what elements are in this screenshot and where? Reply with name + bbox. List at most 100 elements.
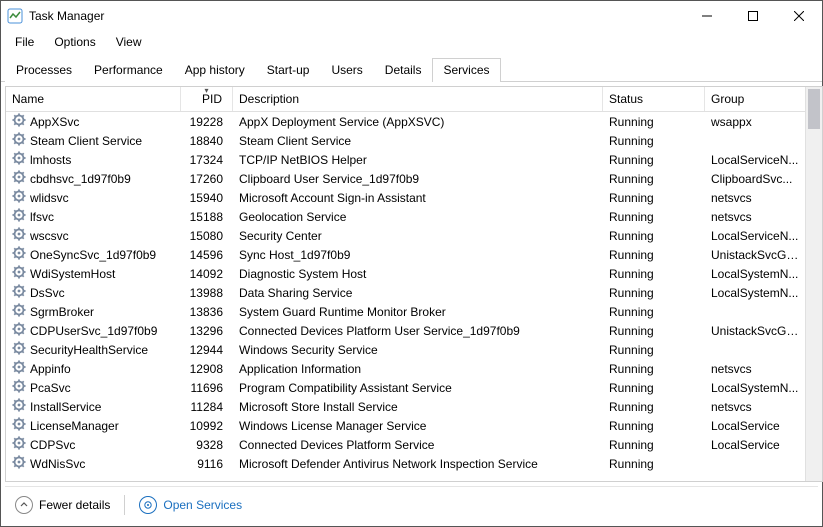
- services-listview: Name ▾ PID Description Status Group AppX…: [5, 86, 823, 482]
- service-row[interactable]: lmhosts17324TCP/IP NetBIOS HelperRunning…: [6, 150, 805, 169]
- tab-performance[interactable]: Performance: [83, 58, 174, 82]
- tab-users[interactable]: Users: [320, 58, 373, 82]
- service-row[interactable]: cbdhsvc_1d97f0b917260Clipboard User Serv…: [6, 169, 805, 188]
- cell-status: Running: [603, 381, 705, 395]
- service-row[interactable]: wscsvc15080Security CenterRunningLocalSe…: [6, 226, 805, 245]
- service-name: Steam Client Service: [30, 134, 142, 148]
- cell-status: Running: [603, 248, 705, 262]
- cell-group: LocalServiceN...: [705, 153, 805, 167]
- title-bar: Task Manager: [1, 1, 822, 31]
- cell-status: Running: [603, 305, 705, 319]
- gear-icon: [12, 436, 26, 453]
- gear-icon: [12, 284, 26, 301]
- cell-status: Running: [603, 457, 705, 471]
- fewer-details-label: Fewer details: [39, 498, 110, 512]
- cell-name: lfsvc: [6, 208, 181, 225]
- column-status[interactable]: Status: [603, 87, 705, 111]
- service-row[interactable]: lfsvc15188Geolocation ServiceRunningnets…: [6, 207, 805, 226]
- gear-icon: [12, 398, 26, 415]
- vertical-scrollbar[interactable]: [805, 87, 822, 481]
- cell-description: AppX Deployment Service (AppXSVC): [233, 115, 603, 129]
- cell-name: AppXSvc: [6, 113, 181, 130]
- service-row[interactable]: wlidsvc15940Microsoft Account Sign-in As…: [6, 188, 805, 207]
- cell-status: Running: [603, 153, 705, 167]
- close-button[interactable]: [776, 1, 822, 31]
- open-services-button[interactable]: Open Services: [139, 496, 242, 514]
- menu-view[interactable]: View: [108, 33, 150, 51]
- cell-description: Diagnostic System Host: [233, 267, 603, 281]
- service-name: wscsvc: [30, 229, 69, 243]
- cell-pid: 12944: [181, 343, 233, 357]
- cell-group: LocalSystemN...: [705, 286, 805, 300]
- cell-name: PcaSvc: [6, 379, 181, 396]
- service-name: DsSvc: [30, 286, 65, 300]
- cell-pid: 12908: [181, 362, 233, 376]
- cell-description: Geolocation Service: [233, 210, 603, 224]
- cell-pid: 13296: [181, 324, 233, 338]
- cell-description: Application Information: [233, 362, 603, 376]
- gear-icon: [12, 189, 26, 206]
- service-row[interactable]: DsSvc13988Data Sharing ServiceRunningLoc…: [6, 283, 805, 302]
- gear-icon: [12, 322, 26, 339]
- gear-icon: [12, 227, 26, 244]
- column-description[interactable]: Description: [233, 87, 603, 111]
- service-name: SecurityHealthService: [30, 343, 148, 357]
- cell-status: Running: [603, 400, 705, 414]
- service-row[interactable]: WdNisSvc9116Microsoft Defender Antivirus…: [6, 454, 805, 473]
- cell-description: TCP/IP NetBIOS Helper: [233, 153, 603, 167]
- cell-group: netsvcs: [705, 210, 805, 224]
- tab-services[interactable]: Services: [432, 58, 500, 82]
- column-pid[interactable]: ▾ PID: [181, 87, 233, 111]
- cell-group: UnistackSvcGr...: [705, 248, 805, 262]
- fewer-details-button[interactable]: Fewer details: [15, 496, 110, 514]
- service-name: CDPSvc: [30, 438, 75, 452]
- service-row[interactable]: OneSyncSvc_1d97f0b914596Sync Host_1d97f0…: [6, 245, 805, 264]
- cell-description: Program Compatibility Assistant Service: [233, 381, 603, 395]
- menu-options[interactable]: Options: [46, 33, 103, 51]
- cell-name: OneSyncSvc_1d97f0b9: [6, 246, 181, 263]
- maximize-button[interactable]: [730, 1, 776, 31]
- service-row[interactable]: Appinfo12908Application InformationRunni…: [6, 359, 805, 378]
- scrollbar-thumb[interactable]: [808, 89, 820, 129]
- gear-icon: [12, 455, 26, 472]
- minimize-button[interactable]: [684, 1, 730, 31]
- service-row[interactable]: SgrmBroker13836System Guard Runtime Moni…: [6, 302, 805, 321]
- column-name[interactable]: Name: [6, 87, 181, 111]
- tab-app-history[interactable]: App history: [174, 58, 256, 82]
- cell-pid: 10992: [181, 419, 233, 433]
- service-name: lfsvc: [30, 210, 54, 224]
- cell-description: Clipboard User Service_1d97f0b9: [233, 172, 603, 186]
- gear-icon: [12, 360, 26, 377]
- cell-name: LicenseManager: [6, 417, 181, 434]
- cell-status: Running: [603, 115, 705, 129]
- cell-status: Running: [603, 343, 705, 357]
- cell-group: netsvcs: [705, 400, 805, 414]
- service-name: OneSyncSvc_1d97f0b9: [30, 248, 156, 262]
- service-row[interactable]: InstallService11284Microsoft Store Insta…: [6, 397, 805, 416]
- cell-status: Running: [603, 191, 705, 205]
- menu-file[interactable]: File: [7, 33, 42, 51]
- service-row[interactable]: PcaSvc11696Program Compatibility Assista…: [6, 378, 805, 397]
- service-row[interactable]: CDPUserSvc_1d97f0b913296Connected Device…: [6, 321, 805, 340]
- cell-status: Running: [603, 438, 705, 452]
- cell-description: Connected Devices Platform User Service_…: [233, 324, 603, 338]
- service-row[interactable]: AppXSvc19228AppX Deployment Service (App…: [6, 112, 805, 131]
- service-name: cbdhsvc_1d97f0b9: [30, 172, 131, 186]
- service-name: wlidsvc: [30, 191, 69, 205]
- tab-startup[interactable]: Start-up: [256, 58, 321, 82]
- service-row[interactable]: SecurityHealthService12944Windows Securi…: [6, 340, 805, 359]
- cell-pid: 15188: [181, 210, 233, 224]
- cell-pid: 18840: [181, 134, 233, 148]
- service-row[interactable]: LicenseManager10992Windows License Manag…: [6, 416, 805, 435]
- open-services-label: Open Services: [163, 498, 242, 512]
- column-group[interactable]: Group: [705, 87, 805, 111]
- service-row[interactable]: Steam Client Service18840Steam Client Se…: [6, 131, 805, 150]
- cell-name: lmhosts: [6, 151, 181, 168]
- service-row[interactable]: WdiSystemHost14092Diagnostic System Host…: [6, 264, 805, 283]
- tab-processes[interactable]: Processes: [5, 58, 83, 82]
- tab-details[interactable]: Details: [374, 58, 433, 82]
- service-row[interactable]: CDPSvc9328Connected Devices Platform Ser…: [6, 435, 805, 454]
- cell-group: wsappx: [705, 115, 805, 129]
- footer-separator: [124, 495, 125, 515]
- gear-icon: [12, 151, 26, 168]
